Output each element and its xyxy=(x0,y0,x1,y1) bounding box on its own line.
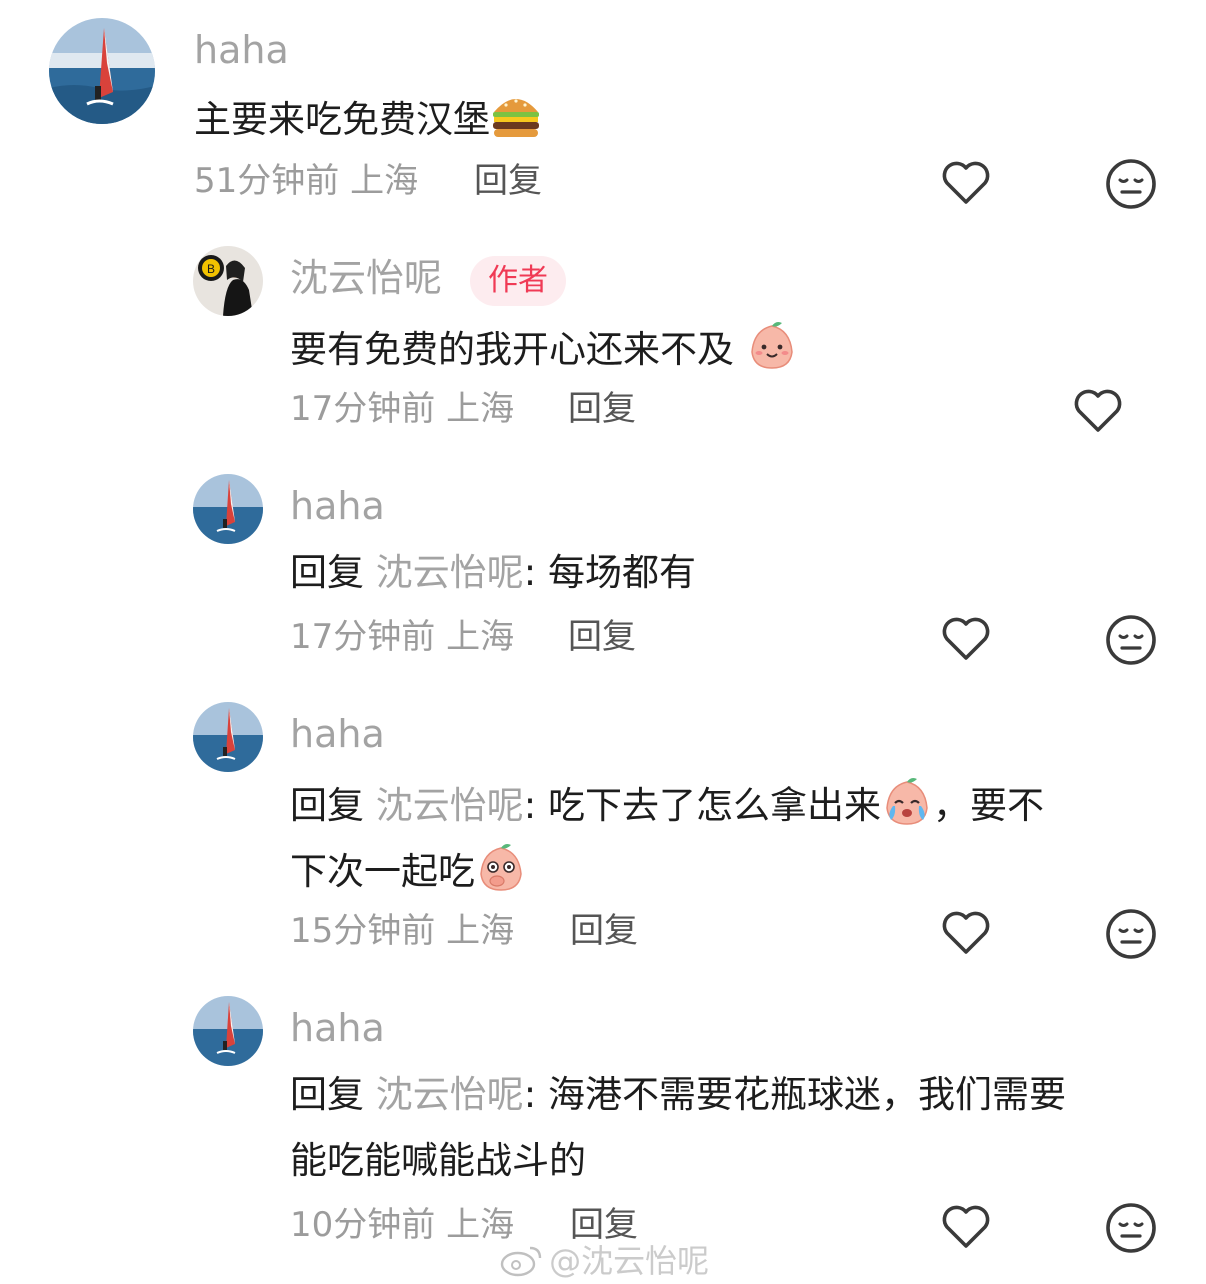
meh-face-icon[interactable] xyxy=(1105,158,1157,210)
comment-text: 要有免费的我开心还来不及 xyxy=(290,320,798,375)
comment-body: 主要来吃免费汉堡 xyxy=(194,98,490,141)
comment-body: 吃下去了怎么拿出来 xyxy=(548,784,881,827)
reply-prefix: 回复 xyxy=(290,551,364,594)
reply-button[interactable]: 回复 xyxy=(568,620,636,654)
meh-face-icon[interactable] xyxy=(1105,908,1157,960)
heart-icon[interactable] xyxy=(940,158,992,206)
timestamp: 10分钟前 xyxy=(290,1205,436,1245)
watermark: @沈云怡呢 xyxy=(500,1236,709,1282)
comment-text-line2: 能吃能喊能战斗的 xyxy=(290,1139,586,1182)
watermark-text: @沈云怡呢 xyxy=(549,1242,710,1280)
reply-colon: : xyxy=(523,551,537,594)
comment-meta: 51分钟前 上海 xyxy=(194,164,418,198)
reply-button[interactable]: 回复 xyxy=(568,392,636,426)
comment-body: 海港不需要花瓶球迷，我们需要 xyxy=(548,1073,1066,1116)
comment-text: 回复 沈云怡呢: 海港不需要花瓶球迷，我们需要 xyxy=(290,1070,1066,1120)
timestamp: 17分钟前 xyxy=(290,617,436,657)
burger-emoji-icon xyxy=(490,98,542,141)
smiling-peach-emoji-icon xyxy=(746,322,798,371)
reply-button[interactable]: 回复 xyxy=(474,164,542,198)
username[interactable]: haha xyxy=(290,715,385,753)
username[interactable]: 沈云怡呢 xyxy=(290,259,442,297)
comment-meta: 17分钟前 上海 xyxy=(290,620,514,654)
avatar[interactable] xyxy=(49,18,155,124)
location: 上海 xyxy=(446,617,515,657)
avatar[interactable] xyxy=(193,702,263,772)
username[interactable]: haha xyxy=(194,31,289,69)
location: 上海 xyxy=(446,389,515,429)
heart-icon[interactable] xyxy=(940,614,992,662)
comment-text: 主要来吃免费汉堡 xyxy=(194,92,542,145)
reply-colon: : xyxy=(523,1073,537,1116)
reply-colon: : xyxy=(523,784,537,827)
meh-face-icon[interactable] xyxy=(1105,614,1157,666)
comment-text: 回复 沈云怡呢: 吃下去了怎么拿出来 ，要不 xyxy=(290,776,1044,831)
comment-meta: 17分钟前 上海 xyxy=(290,392,514,426)
timestamp: 17分钟前 xyxy=(290,389,436,429)
location: 上海 xyxy=(350,161,419,201)
shocked-peach-emoji-icon xyxy=(475,844,527,893)
reply-prefix: 回复 xyxy=(290,1073,364,1116)
heart-icon[interactable] xyxy=(940,1202,992,1250)
reply-to-user[interactable]: 沈云怡呢 xyxy=(376,551,524,594)
reply-to-user[interactable]: 沈云怡呢 xyxy=(376,784,524,827)
author-badge: 作者 xyxy=(470,256,566,306)
crying-peach-emoji-icon xyxy=(881,778,933,827)
comment-meta: 15分钟前 上海 xyxy=(290,914,514,948)
location: 上海 xyxy=(446,911,515,951)
reply-to-user[interactable]: 沈云怡呢 xyxy=(376,1073,524,1116)
comment-meta: 10分钟前 上海 xyxy=(290,1208,514,1242)
avatar[interactable]: B xyxy=(193,246,263,316)
heart-icon[interactable] xyxy=(940,908,992,956)
comment-body: 下次一起吃 xyxy=(290,850,475,893)
comment-body-continued: ，要不 xyxy=(933,784,1044,827)
reply-button[interactable]: 回复 xyxy=(570,914,638,948)
timestamp: 51分钟前 xyxy=(194,161,340,201)
comment-text: 回复 沈云怡呢: 每场都有 xyxy=(290,548,696,598)
comment-body: 要有免费的我开心还来不及 xyxy=(290,328,734,371)
comment-text-line2: 下次一起吃 xyxy=(290,842,527,897)
username[interactable]: haha xyxy=(290,487,385,525)
svg-text:B: B xyxy=(207,262,215,276)
reply-prefix: 回复 xyxy=(290,784,364,827)
weibo-logo-icon xyxy=(500,1242,544,1278)
heart-icon[interactable] xyxy=(1072,386,1124,434)
meh-face-icon[interactable] xyxy=(1105,1202,1157,1254)
username[interactable]: haha xyxy=(290,1009,385,1047)
timestamp: 15分钟前 xyxy=(290,911,436,951)
comment-body: 每场都有 xyxy=(548,551,696,594)
avatar[interactable] xyxy=(193,474,263,544)
avatar[interactable] xyxy=(193,996,263,1066)
